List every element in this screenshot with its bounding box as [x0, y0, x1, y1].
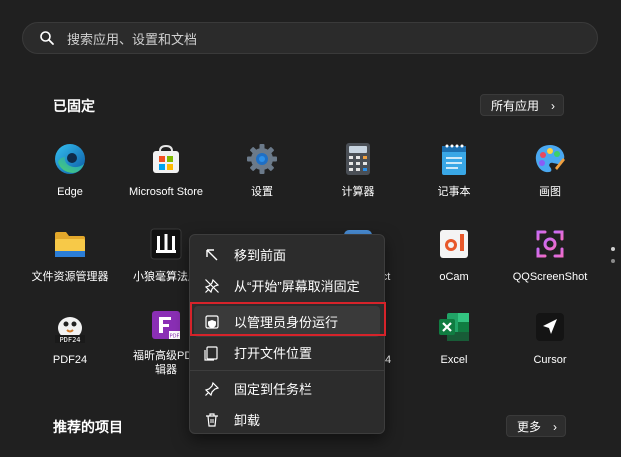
settings-gear-icon	[244, 141, 280, 177]
more-label: 更多	[517, 419, 542, 434]
app-label: 画图	[539, 186, 561, 198]
pinned-app-pdf24[interactable]: PDF24 PDF24	[20, 309, 120, 371]
search-placeholder: 搜索应用、设置和文档	[67, 31, 198, 47]
menu-item-open-file-location[interactable]: 打开文件位置	[194, 337, 380, 368]
menu-item-label: 从“开始”屏幕取消固定	[234, 279, 360, 294]
trash-icon	[204, 412, 220, 428]
pinned-app-excel[interactable]: Excel	[404, 309, 504, 371]
menu-item-label: 移到前面	[234, 248, 287, 263]
menu-separator	[190, 303, 384, 304]
context-menu: 移到前面 从“开始”屏幕取消固定 以管理员身份运行 打开文件位置 固定到任务栏 …	[189, 234, 385, 434]
menu-item-label: 打开文件位置	[234, 346, 313, 361]
app-label: Microsoft Store	[129, 186, 203, 198]
pinned-app-notepad[interactable]: 记事本	[404, 141, 504, 203]
folder-icon	[52, 226, 88, 262]
page-indicator[interactable]	[611, 247, 615, 271]
pinned-app-microsoft-store[interactable]: Microsoft Store	[116, 141, 216, 203]
shield-admin-icon	[204, 314, 220, 330]
notepad-icon	[436, 141, 472, 177]
menu-item-unpin-from-start[interactable]: 从“开始”屏幕取消固定	[194, 270, 380, 301]
app-label: PDF24	[52, 354, 88, 366]
qqscreenshot-icon	[532, 226, 568, 262]
pinned-app-edge[interactable]: Edge	[20, 141, 120, 203]
menu-item-label: 卸载	[234, 413, 261, 428]
chevron-right-icon: ›	[551, 99, 556, 113]
pinned-app-settings[interactable]: 设置	[212, 141, 312, 203]
store-icon	[148, 141, 184, 177]
search-box[interactable]: 搜索应用、设置和文档	[22, 22, 598, 54]
pinned-app-qqscreenshot[interactable]: QQScreenShot	[500, 226, 600, 288]
menu-item-pin-to-taskbar[interactable]: 固定到任务栏	[194, 373, 380, 404]
menu-item-label: 固定到任务栏	[234, 382, 313, 397]
app-label: Cursor	[533, 354, 567, 366]
app-label: Edge	[57, 186, 83, 198]
ocam-icon	[436, 226, 472, 262]
calculator-icon	[340, 141, 376, 177]
pin-icon	[204, 381, 220, 397]
app-label: QQScreenShot	[512, 271, 588, 283]
menu-item-run-as-admin[interactable]: 以管理员身份运行	[194, 306, 380, 337]
all-apps-button[interactable]: 所有应用 ›	[480, 94, 565, 116]
xiaolanghao-icon	[148, 226, 184, 262]
cursor-icon	[532, 309, 568, 345]
pdf24-icon: PDF24	[52, 309, 88, 345]
menu-separator	[190, 370, 384, 371]
svg-text:PDF: PDF	[170, 334, 180, 340]
page-dot[interactable]	[611, 259, 615, 263]
open-file-location-icon	[204, 345, 220, 361]
pinned-app-file-explorer[interactable]: 文件资源管理器	[20, 226, 120, 288]
pinned-app-cursor[interactable]: Cursor	[500, 309, 600, 371]
page-dot[interactable]	[611, 247, 615, 251]
app-label: oCam	[439, 271, 469, 283]
paint-palette-icon	[532, 141, 568, 177]
recommended-title: 推荐的项目	[53, 419, 123, 435]
pinned-app-ocam[interactable]: oCam	[404, 226, 504, 288]
unpin-icon	[204, 278, 220, 294]
app-label: 计算器	[341, 186, 375, 198]
foxit-pdf-icon: PDF	[148, 309, 184, 341]
pinned-title: 已固定	[53, 98, 95, 114]
app-label: 文件资源管理器	[31, 271, 109, 283]
svg-text:PDF24: PDF24	[59, 336, 80, 344]
pinned-app-paint[interactable]: 画图	[500, 141, 600, 203]
excel-icon	[436, 309, 472, 345]
search-icon	[39, 30, 55, 46]
app-label: 记事本	[437, 186, 471, 198]
edge-icon	[52, 141, 88, 177]
menu-item-move-to-front[interactable]: 移到前面	[194, 239, 380, 270]
menu-item-uninstall[interactable]: 卸载	[194, 404, 380, 435]
app-label: Excel	[440, 354, 468, 366]
app-label: 设置	[251, 186, 273, 198]
menu-item-label: 以管理员身份运行	[234, 315, 339, 330]
chevron-right-icon: ›	[553, 420, 558, 434]
move-to-front-arrow-icon	[204, 247, 220, 263]
pinned-app-calculator[interactable]: 计算器	[308, 141, 408, 203]
all-apps-label: 所有应用	[491, 98, 540, 113]
more-button[interactable]: 更多 ›	[506, 415, 567, 437]
